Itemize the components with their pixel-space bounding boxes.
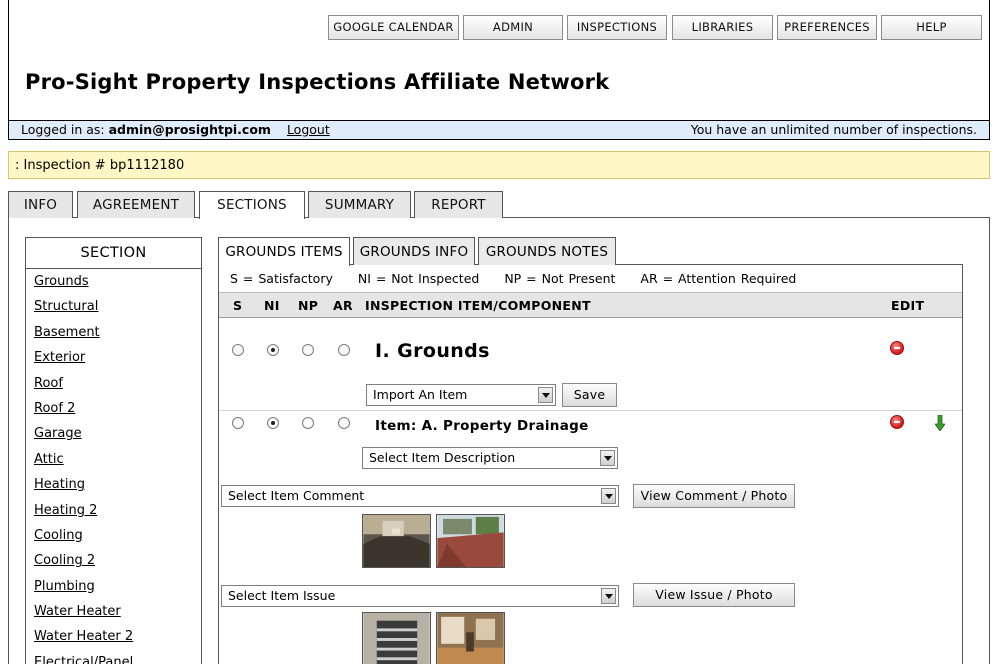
- section-heading: SECTION: [25, 237, 202, 269]
- sidebar-item-cooling[interactable]: Cooling: [34, 528, 133, 553]
- col-ar: AR: [333, 298, 353, 313]
- nav-inspections-button[interactable]: INSPECTIONS: [567, 15, 667, 40]
- subtab-grounds-info[interactable]: GROUNDS INFO: [353, 237, 475, 265]
- section-title: I. Grounds: [375, 340, 490, 362]
- sidebar-item-attic[interactable]: Attic: [34, 452, 133, 477]
- site-title: Pro-Sight Property Inspections Affiliate…: [25, 70, 610, 94]
- tab-info[interactable]: INFO: [8, 191, 73, 218]
- nav-admin-button[interactable]: ADMIN: [463, 15, 563, 40]
- sidebar-item-heating[interactable]: Heating: [34, 477, 133, 502]
- tab-report[interactable]: REPORT: [414, 191, 503, 218]
- sidebar-item-water-heater[interactable]: Water Heater: [34, 604, 133, 629]
- legend-not-inspected: NI = Not Inspected: [357, 271, 480, 286]
- issue-photo-thumbnail[interactable]: [362, 612, 431, 664]
- nav-google-calendar-button[interactable]: GOOGLE CALENDAR: [328, 15, 459, 40]
- save-button[interactable]: Save: [562, 383, 617, 407]
- sidebar-item-exterior[interactable]: Exterior: [34, 350, 133, 375]
- sidebar-item-cooling-2[interactable]: Cooling 2: [34, 553, 133, 578]
- item-rating-s-radio[interactable]: [232, 417, 244, 429]
- legend-not-present: NP = Not Present: [504, 271, 616, 286]
- login-prefix: Logged in as:: [21, 122, 105, 137]
- col-edit: EDIT: [891, 298, 925, 313]
- col-s: S: [233, 298, 243, 313]
- item-rating-ar-radio[interactable]: [338, 417, 350, 429]
- sidebar-item-basement[interactable]: Basement: [34, 325, 133, 350]
- subtab-grounds-notes[interactable]: GROUNDS NOTES: [478, 237, 616, 265]
- inspection-bar: : Inspection # bp1112180: [8, 151, 990, 179]
- legend-satisfactory: S = Satisfactory: [230, 271, 333, 286]
- nav-help-button[interactable]: HELP: [881, 15, 982, 40]
- import-item-value: Import An Item: [373, 387, 468, 402]
- col-np: NP: [298, 298, 319, 313]
- item-comment-select[interactable]: Select Item Comment: [221, 485, 619, 507]
- view-issue-photo-button[interactable]: View Issue / Photo: [633, 583, 795, 607]
- sidebar-item-roof-2[interactable]: Roof 2: [34, 401, 133, 426]
- sidebar-item-garage[interactable]: Garage: [34, 426, 133, 451]
- nav-libraries-button[interactable]: LIBRARIES: [672, 15, 773, 40]
- section-rating-s-radio[interactable]: [232, 344, 244, 356]
- section-rating-np-radio[interactable]: [302, 344, 314, 356]
- section-rating-ni-radio[interactable]: [267, 344, 279, 356]
- view-comment-photo-button[interactable]: View Comment / Photo: [633, 484, 795, 508]
- nav-preferences-button[interactable]: PREFERENCES: [777, 15, 877, 40]
- row-divider: [219, 410, 962, 411]
- comment-photo-thumbnail[interactable]: [362, 514, 431, 568]
- sidebar-item-electrical-panel[interactable]: Electrical/Panel: [34, 655, 133, 664]
- delete-icon[interactable]: [890, 341, 904, 355]
- chevron-down-icon: [538, 387, 553, 403]
- login-bar: Logged in as: admin@prosightpi.com Logou…: [8, 121, 990, 140]
- sidebar-item-water-heater-2[interactable]: Water Heater 2: [34, 629, 133, 654]
- login-user: admin@prosightpi.com: [108, 122, 271, 137]
- item-issue-value: Select Item Issue: [228, 588, 336, 603]
- section-list: Grounds Structural Basement Exterior Roo…: [34, 274, 133, 664]
- item-title: Item: A. Property Drainage: [375, 418, 589, 434]
- inspection-quota: You have an unlimited number of inspecti…: [690, 122, 977, 137]
- item-description-select[interactable]: Select Item Description: [362, 447, 618, 469]
- delete-icon[interactable]: [890, 415, 904, 429]
- rating-legend: S = Satisfactory NI = Not Inspected NP =…: [230, 271, 816, 286]
- col-item: INSPECTION ITEM/COMPONENT: [365, 298, 591, 313]
- sidebar-item-plumbing[interactable]: Plumbing: [34, 579, 133, 604]
- arrow-down-icon[interactable]: [935, 415, 945, 431]
- item-rating-ni-radio[interactable]: [267, 417, 279, 429]
- sidebar-item-roof[interactable]: Roof: [34, 376, 133, 401]
- tab-sections[interactable]: SECTIONS: [199, 191, 305, 219]
- logout-link[interactable]: Logout: [287, 122, 330, 137]
- issue-photo-thumbnail[interactable]: [436, 612, 505, 664]
- item-rating-np-radio[interactable]: [302, 417, 314, 429]
- sidebar-item-grounds[interactable]: Grounds: [34, 274, 133, 299]
- sidebar-item-structural[interactable]: Structural: [34, 299, 133, 324]
- chevron-down-icon: [600, 450, 615, 466]
- item-issue-select[interactable]: Select Item Issue: [221, 585, 619, 607]
- col-ni: NI: [264, 298, 280, 313]
- section-rating-ar-radio[interactable]: [338, 344, 350, 356]
- chevron-down-icon: [601, 588, 616, 604]
- item-comment-value: Select Item Comment: [228, 488, 365, 503]
- tab-summary[interactable]: SUMMARY: [308, 191, 411, 218]
- comment-photo-thumbnail[interactable]: [436, 514, 505, 568]
- column-header: S NI NP AR INSPECTION ITEM/COMPONENT EDI…: [219, 292, 962, 318]
- sidebar-item-heating-2[interactable]: Heating 2: [34, 503, 133, 528]
- tab-agreement[interactable]: AGREEMENT: [77, 191, 195, 218]
- legend-attention-required: AR = Attention Required: [640, 271, 797, 286]
- subtab-grounds-items[interactable]: GROUNDS ITEMS: [218, 237, 350, 266]
- item-description-value: Select Item Description: [369, 450, 516, 465]
- chevron-down-icon: [601, 488, 616, 504]
- import-item-select[interactable]: Import An Item: [366, 384, 556, 406]
